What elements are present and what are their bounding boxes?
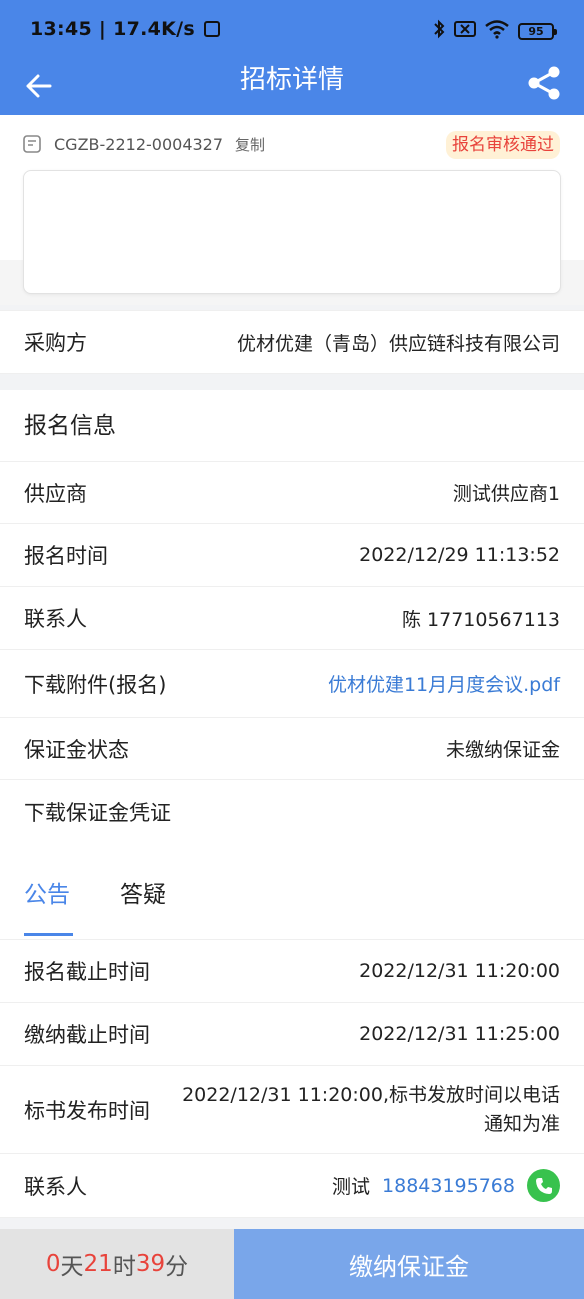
release-time-value: 2022/12/31 11:20:00,标书发放时间以电话通知为准 — [182, 1083, 560, 1135]
status-badge: 报名审核通过 — [446, 131, 560, 159]
registration-section-title: 报名信息 — [0, 390, 584, 462]
document-icon — [22, 133, 44, 155]
reg-deadline-label: 报名截止时间 — [24, 960, 150, 984]
supplier-label: 供应商 — [24, 481, 87, 506]
release-time-label: 标书发布时间 — [24, 1098, 150, 1123]
tender-description-box — [23, 170, 561, 294]
deposit-voucher-label[interactable]: 下载保证金凭证 — [24, 797, 171, 827]
wifi-icon — [484, 19, 510, 43]
registration-time-row: 报名时间 2022/12/29 11:13:52 — [0, 524, 584, 587]
contact-name: 测试 — [332, 1176, 371, 1198]
countdown-days-unit: 天 — [60, 1254, 84, 1280]
registration-contact-value: 陈 17710567113 — [401, 608, 560, 631]
signal-off-icon — [454, 20, 476, 42]
status-time: 13:45 | 17.4K/s — [30, 18, 220, 40]
status-icons: 95 — [432, 18, 557, 44]
countdown-hours: 21 — [83, 1251, 113, 1277]
deposit-status-value: 未缴纳保证金 — [445, 739, 560, 761]
countdown-hours-unit: 时 — [112, 1254, 136, 1280]
deposit-status-row: 保证金状态 未缴纳保证金 — [0, 718, 584, 780]
battery-icon: 95 — [518, 22, 557, 40]
registration-time-value: 2022/12/29 11:13:52 — [359, 544, 560, 566]
deposit-voucher-row[interactable]: 下载保证金凭证 — [0, 780, 584, 843]
pay-deadline-label: 缴纳截止时间 — [24, 1023, 150, 1047]
registration-contact-row: 联系人 陈 17710567113 — [0, 587, 584, 650]
release-time-row: 标书发布时间 2022/12/31 11:20:00,标书发放时间以电话通知为准 — [0, 1066, 584, 1154]
pay-deadline-value: 2022/12/31 11:25:00 — [359, 1023, 560, 1045]
tab-announcement[interactable]: 公告 — [24, 875, 73, 936]
page-title: 招标详情 — [239, 65, 344, 95]
tender-code-row: CGZB-2212-0004327 复制 — [22, 130, 265, 158]
nav-bar: 招标详情 — [0, 58, 584, 115]
nfc-icon — [203, 21, 220, 37]
countdown-minutes-unit: 分 — [165, 1254, 189, 1280]
pay-deposit-button[interactable]: 缴纳保证金 — [234, 1229, 584, 1299]
supplier-row: 供应商 测试供应商1 — [0, 462, 584, 524]
attachment-row: 下载附件(报名) 优材优建11月月度会议.pdf — [0, 650, 584, 718]
registration-time-label: 报名时间 — [24, 544, 108, 568]
buyer-row: 采购方 优材优建（青岛）供应链科技有限公司 — [0, 310, 584, 374]
phone-call-icon[interactable] — [527, 1169, 560, 1202]
reg-deadline-row: 报名截止时间 2022/12/31 11:20:00 — [0, 940, 584, 1003]
buyer-label: 采购方 — [24, 331, 87, 355]
reg-deadline-value: 2022/12/31 11:20:00 — [359, 960, 560, 982]
countdown-minutes: 39 — [135, 1251, 166, 1277]
announcement-contact-row: 联系人 测试 18843195768 — [0, 1154, 584, 1218]
supplier-value: 测试供应商1 — [452, 483, 560, 505]
share-icon[interactable] — [524, 63, 564, 103]
pay-deadline-row: 缴纳截止时间 2022/12/31 11:25:00 — [0, 1003, 584, 1066]
tender-code: CGZB-2212-0004327 — [54, 134, 224, 154]
contact-phone-link[interactable]: 18843195768 — [382, 1175, 515, 1197]
copy-button[interactable]: 复制 — [235, 134, 265, 155]
attachment-link[interactable]: 优材优建11月月度会议.pdf — [328, 670, 560, 697]
tab-qa[interactable]: 答疑 — [120, 875, 166, 909]
buyer-value: 优材优建（青岛）供应链科技有限公司 — [236, 332, 560, 355]
bluetooth-icon — [432, 19, 446, 43]
attachment-label: 下载附件(报名) — [24, 672, 167, 697]
bottom-action-bar: 0 天 21 时 39 分 缴纳保证金 — [0, 1229, 584, 1299]
tab-bar: 公告 答疑 — [0, 843, 584, 940]
countdown-days: 0 — [45, 1251, 61, 1277]
announcement-contact-label: 联系人 — [24, 1174, 87, 1199]
status-bar: 13:45 | 17.4K/s 95 — [0, 0, 584, 58]
registration-contact-label: 联系人 — [24, 607, 87, 631]
contact-phone-group: 测试 18843195768 — [332, 1169, 560, 1202]
deposit-status-label: 保证金状态 — [24, 737, 129, 762]
countdown-timer: 0 天 21 时 39 分 — [0, 1229, 234, 1299]
